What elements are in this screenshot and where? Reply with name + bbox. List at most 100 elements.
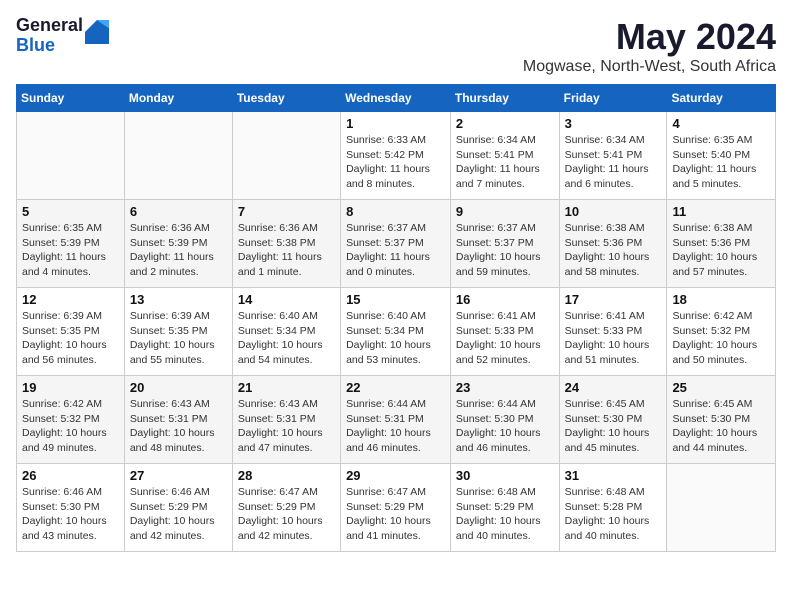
- day-info: Sunrise: 6:37 AM Sunset: 5:37 PM Dayligh…: [456, 221, 554, 280]
- month-title: May 2024: [523, 16, 776, 58]
- calendar-cell: 22 Sunrise: 6:44 AM Sunset: 5:31 PM Dayli…: [341, 376, 451, 464]
- title-section: May 2024 Mogwase, North-West, South Afri…: [523, 16, 776, 76]
- calendar-cell: 19 Sunrise: 6:42 AM Sunset: 5:32 PM Dayli…: [17, 376, 125, 464]
- day-number: 20: [130, 380, 227, 395]
- calendar-cell: 28Sunrise: 6:47 AM Sunset: 5:29 PM Dayli…: [232, 464, 340, 552]
- weekday-header-thursday: Thursday: [450, 85, 559, 112]
- calendar-week-row: 26 Sunrise: 6:46 AM Sunset: 5:30 PM Dayli…: [17, 464, 776, 552]
- calendar-cell: 2 Sunrise: 6:34 AM Sunset: 5:41 PM Daylig…: [450, 112, 559, 200]
- calendar-cell: 5 Sunrise: 6:35 AM Sunset: 5:39 PM Daylig…: [17, 200, 125, 288]
- calendar-table: SundayMondayTuesdayWednesdayThursdayFrid…: [16, 84, 776, 552]
- day-info: Sunrise: 6:46 AM Sunset: 5:30 PM Dayligh…: [22, 485, 119, 544]
- day-info: Sunrise: 6:36 AM Sunset: 5:39 PM Dayligh…: [130, 221, 227, 280]
- calendar-cell: 15Sunrise: 6:40 AM Sunset: 5:34 PM Dayli…: [341, 288, 451, 376]
- calendar-cell: [124, 112, 232, 200]
- day-info: Sunrise: 6:40 AM Sunset: 5:34 PM Dayligh…: [346, 309, 445, 368]
- day-info: Sunrise: 6:48 AM Sunset: 5:28 PM Dayligh…: [565, 485, 662, 544]
- day-number: 7: [238, 204, 335, 219]
- weekday-header-row: SundayMondayTuesdayWednesdayThursdayFrid…: [17, 85, 776, 112]
- day-number: 2: [456, 116, 554, 131]
- day-info: Sunrise: 6:48 AM Sunset: 5:29 PM Dayligh…: [456, 485, 554, 544]
- calendar-cell: 11 Sunrise: 6:38 AM Sunset: 5:36 PM Dayli…: [667, 200, 776, 288]
- calendar-cell: 4 Sunrise: 6:35 AM Sunset: 5:40 PM Daylig…: [667, 112, 776, 200]
- calendar-week-row: 12 Sunrise: 6:39 AM Sunset: 5:35 PM Dayli…: [17, 288, 776, 376]
- day-number: 11: [672, 204, 770, 219]
- day-info: Sunrise: 6:39 AM Sunset: 5:35 PM Dayligh…: [130, 309, 227, 368]
- day-number: 22: [346, 380, 445, 395]
- calendar-week-row: 19 Sunrise: 6:42 AM Sunset: 5:32 PM Dayli…: [17, 376, 776, 464]
- day-number: 25: [672, 380, 770, 395]
- calendar-week-row: 5 Sunrise: 6:35 AM Sunset: 5:39 PM Daylig…: [17, 200, 776, 288]
- logo-blue: Blue: [16, 36, 83, 56]
- day-number: 12: [22, 292, 119, 307]
- day-info: Sunrise: 6:35 AM Sunset: 5:40 PM Dayligh…: [672, 133, 770, 192]
- calendar-cell: 20 Sunrise: 6:43 AM Sunset: 5:31 PM Dayli…: [124, 376, 232, 464]
- day-info: Sunrise: 6:39 AM Sunset: 5:35 PM Dayligh…: [22, 309, 119, 368]
- day-number: 17: [565, 292, 662, 307]
- weekday-header-wednesday: Wednesday: [341, 85, 451, 112]
- day-info: Sunrise: 6:36 AM Sunset: 5:38 PM Dayligh…: [238, 221, 335, 280]
- day-info: Sunrise: 6:40 AM Sunset: 5:34 PM Dayligh…: [238, 309, 335, 368]
- day-number: 5: [22, 204, 119, 219]
- day-number: 24: [565, 380, 662, 395]
- day-info: Sunrise: 6:45 AM Sunset: 5:30 PM Dayligh…: [565, 397, 662, 456]
- weekday-header-friday: Friday: [559, 85, 667, 112]
- calendar-cell: 17 Sunrise: 6:41 AM Sunset: 5:33 PM Dayli…: [559, 288, 667, 376]
- logo: General Blue: [16, 16, 109, 56]
- day-number: 4: [672, 116, 770, 131]
- day-info: Sunrise: 6:38 AM Sunset: 5:36 PM Dayligh…: [672, 221, 770, 280]
- calendar-cell: 3Sunrise: 6:34 AM Sunset: 5:41 PM Daylig…: [559, 112, 667, 200]
- calendar-cell: 18Sunrise: 6:42 AM Sunset: 5:32 PM Dayli…: [667, 288, 776, 376]
- day-number: 27: [130, 468, 227, 483]
- day-info: Sunrise: 6:46 AM Sunset: 5:29 PM Dayligh…: [130, 485, 227, 544]
- calendar-cell: 23Sunrise: 6:44 AM Sunset: 5:30 PM Dayli…: [450, 376, 559, 464]
- day-info: Sunrise: 6:34 AM Sunset: 5:41 PM Dayligh…: [456, 133, 554, 192]
- day-info: Sunrise: 6:45 AM Sunset: 5:30 PM Dayligh…: [672, 397, 770, 456]
- logo-icon: [85, 20, 109, 44]
- weekday-header-monday: Monday: [124, 85, 232, 112]
- calendar-week-row: 1Sunrise: 6:33 AM Sunset: 5:42 PM Daylig…: [17, 112, 776, 200]
- calendar-cell: 10 Sunrise: 6:38 AM Sunset: 5:36 PM Dayli…: [559, 200, 667, 288]
- day-number: 10: [565, 204, 662, 219]
- calendar-cell: 25 Sunrise: 6:45 AM Sunset: 5:30 PM Dayli…: [667, 376, 776, 464]
- day-number: 18: [672, 292, 770, 307]
- day-number: 16: [456, 292, 554, 307]
- day-info: Sunrise: 6:47 AM Sunset: 5:29 PM Dayligh…: [238, 485, 335, 544]
- day-info: Sunrise: 6:34 AM Sunset: 5:41 PM Dayligh…: [565, 133, 662, 192]
- calendar-cell: 26 Sunrise: 6:46 AM Sunset: 5:30 PM Dayli…: [17, 464, 125, 552]
- weekday-header-tuesday: Tuesday: [232, 85, 340, 112]
- day-info: Sunrise: 6:44 AM Sunset: 5:30 PM Dayligh…: [456, 397, 554, 456]
- day-info: Sunrise: 6:43 AM Sunset: 5:31 PM Dayligh…: [238, 397, 335, 456]
- day-info: Sunrise: 6:38 AM Sunset: 5:36 PM Dayligh…: [565, 221, 662, 280]
- location-title: Mogwase, North-West, South Africa: [523, 58, 776, 76]
- day-info: Sunrise: 6:35 AM Sunset: 5:39 PM Dayligh…: [22, 221, 119, 280]
- calendar-cell: 24 Sunrise: 6:45 AM Sunset: 5:30 PM Dayli…: [559, 376, 667, 464]
- calendar-cell: 7 Sunrise: 6:36 AM Sunset: 5:38 PM Daylig…: [232, 200, 340, 288]
- calendar-cell: 16 Sunrise: 6:41 AM Sunset: 5:33 PM Dayli…: [450, 288, 559, 376]
- day-number: 6: [130, 204, 227, 219]
- calendar-cell: [232, 112, 340, 200]
- calendar-cell: [17, 112, 125, 200]
- weekday-header-sunday: Sunday: [17, 85, 125, 112]
- calendar-cell: 27 Sunrise: 6:46 AM Sunset: 5:29 PM Dayli…: [124, 464, 232, 552]
- calendar-cell: 30Sunrise: 6:48 AM Sunset: 5:29 PM Dayli…: [450, 464, 559, 552]
- day-number: 9: [456, 204, 554, 219]
- calendar-cell: 6 Sunrise: 6:36 AM Sunset: 5:39 PM Daylig…: [124, 200, 232, 288]
- calendar-cell: 21Sunrise: 6:43 AM Sunset: 5:31 PM Dayli…: [232, 376, 340, 464]
- day-info: Sunrise: 6:41 AM Sunset: 5:33 PM Dayligh…: [456, 309, 554, 368]
- day-info: Sunrise: 6:44 AM Sunset: 5:31 PM Dayligh…: [346, 397, 445, 456]
- calendar-cell: 8Sunrise: 6:37 AM Sunset: 5:37 PM Daylig…: [341, 200, 451, 288]
- day-info: Sunrise: 6:37 AM Sunset: 5:37 PM Dayligh…: [346, 221, 445, 280]
- calendar-cell: 14Sunrise: 6:40 AM Sunset: 5:34 PM Dayli…: [232, 288, 340, 376]
- calendar-cell: 31Sunrise: 6:48 AM Sunset: 5:28 PM Dayli…: [559, 464, 667, 552]
- day-info: Sunrise: 6:41 AM Sunset: 5:33 PM Dayligh…: [565, 309, 662, 368]
- calendar-cell: 29Sunrise: 6:47 AM Sunset: 5:29 PM Dayli…: [341, 464, 451, 552]
- calendar-header: SundayMondayTuesdayWednesdayThursdayFrid…: [17, 85, 776, 112]
- day-number: 26: [22, 468, 119, 483]
- day-info: Sunrise: 6:42 AM Sunset: 5:32 PM Dayligh…: [22, 397, 119, 456]
- day-number: 29: [346, 468, 445, 483]
- day-number: 19: [22, 380, 119, 395]
- weekday-header-saturday: Saturday: [667, 85, 776, 112]
- day-info: Sunrise: 6:43 AM Sunset: 5:31 PM Dayligh…: [130, 397, 227, 456]
- calendar-cell: 1Sunrise: 6:33 AM Sunset: 5:42 PM Daylig…: [341, 112, 451, 200]
